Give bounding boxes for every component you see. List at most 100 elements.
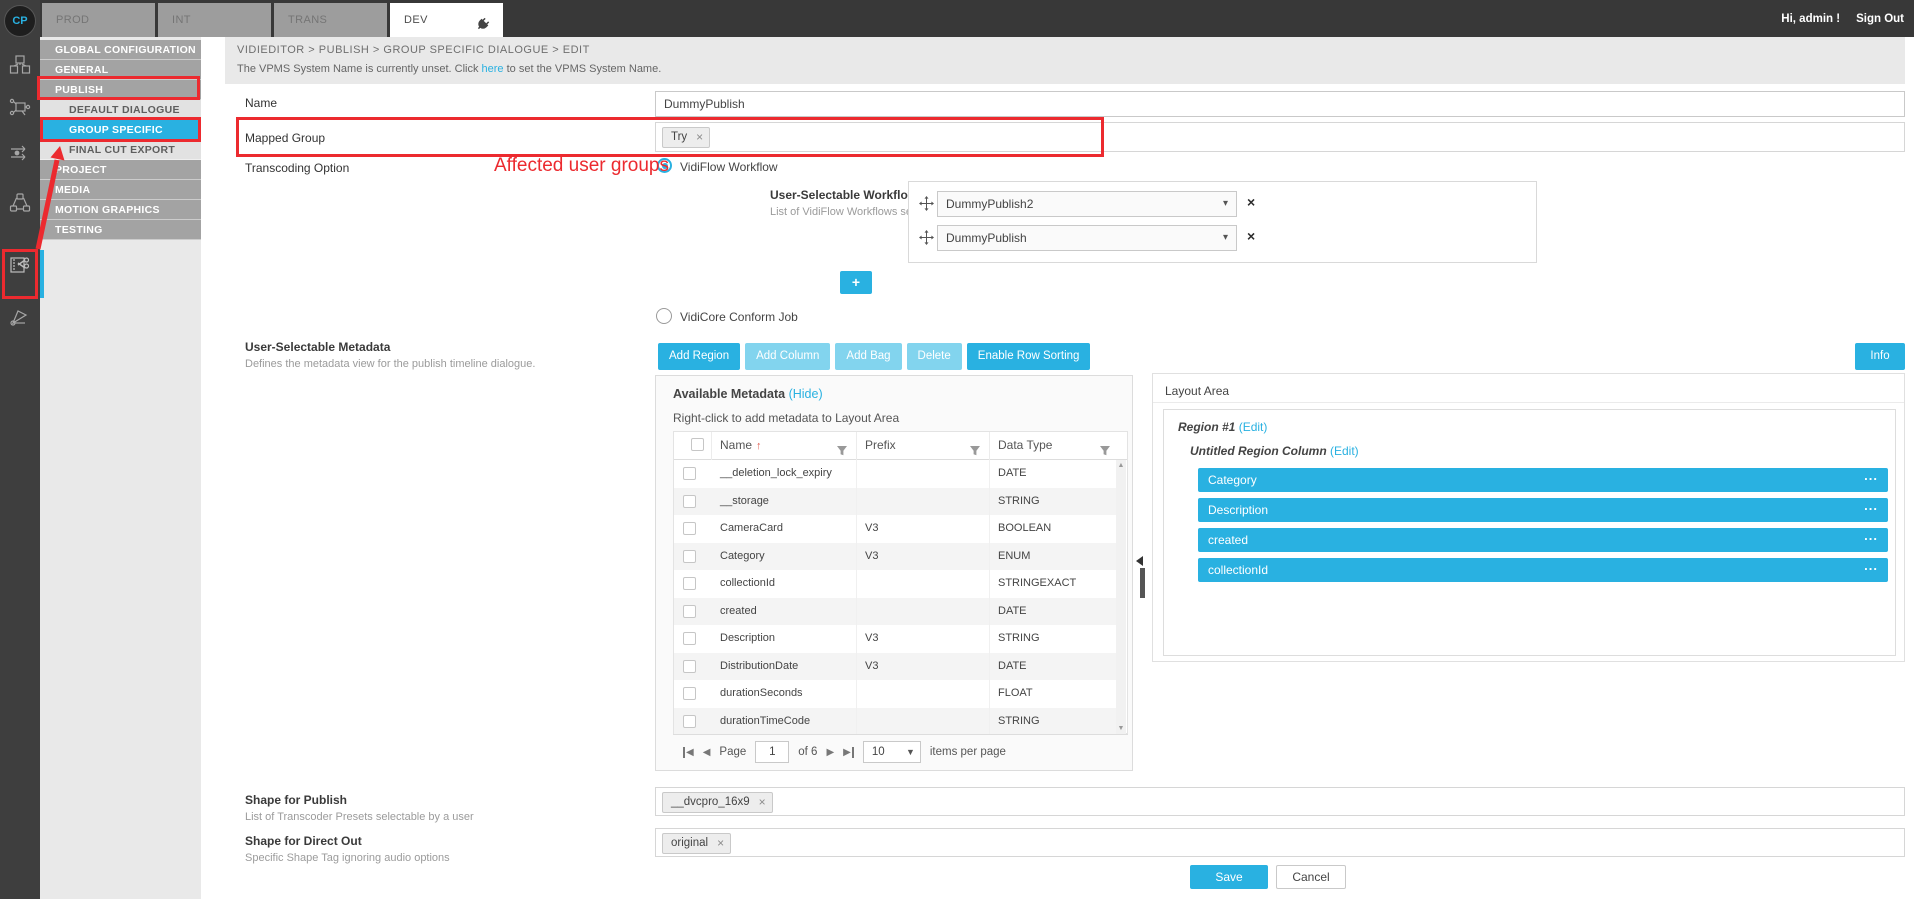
column-header-name[interactable]: Name↑ bbox=[712, 432, 857, 460]
page-input[interactable] bbox=[755, 741, 789, 763]
panel-splitter[interactable] bbox=[1140, 568, 1145, 598]
tools-icon[interactable] bbox=[9, 306, 31, 330]
next-page-icon[interactable]: ▶ bbox=[826, 747, 834, 758]
vidiflow-workflow-radio-label[interactable]: VidiFlow Workflow bbox=[680, 160, 778, 174]
column-header-prefix[interactable]: Prefix bbox=[857, 432, 990, 460]
nav-group-specific-dialogue[interactable]: GROUP SPECIFIC DIALO... bbox=[40, 120, 201, 140]
tab-int[interactable]: INT bbox=[158, 3, 271, 37]
vidiflow-workflow-radio[interactable] bbox=[657, 158, 672, 173]
mapped-group-field[interactable]: Try × bbox=[655, 122, 1905, 152]
add-column-button[interactable]: Add Column bbox=[745, 343, 830, 370]
move-icon[interactable] bbox=[919, 196, 934, 216]
layout-field[interactable]: created ... bbox=[1198, 528, 1888, 552]
tab-dev[interactable]: DEV bbox=[390, 3, 503, 37]
layout-field[interactable]: Category ... bbox=[1198, 468, 1888, 492]
row-checkbox[interactable] bbox=[683, 660, 696, 673]
remove-chip-icon[interactable]: × bbox=[717, 834, 724, 853]
nav-default-dialogue[interactable]: DEFAULT DIALOGUE bbox=[40, 100, 201, 120]
vpms-here-link[interactable]: here bbox=[482, 63, 504, 75]
shape-direct-out-field[interactable]: original × bbox=[655, 828, 1905, 857]
row-checkbox[interactable] bbox=[683, 495, 696, 508]
workflow-select[interactable]: DummyPublish ▾ bbox=[937, 225, 1237, 251]
scroll-down-icon[interactable]: ▼ bbox=[1116, 725, 1126, 732]
routing-icon[interactable] bbox=[9, 142, 31, 166]
vidicore-conform-radio-label[interactable]: VidiCore Conform Job bbox=[680, 310, 798, 324]
collapse-panel-icon[interactable] bbox=[1136, 556, 1143, 566]
table-row[interactable]: CategoryV3ENUM bbox=[674, 543, 1117, 571]
info-button[interactable]: Info bbox=[1855, 343, 1905, 370]
table-scrollbar[interactable]: ▲ ▼ bbox=[1116, 460, 1126, 734]
automation-icon[interactable] bbox=[9, 96, 31, 120]
nav-global-configuration[interactable]: GLOBAL CONFIGURATION bbox=[40, 40, 201, 60]
scroll-up-icon[interactable]: ▲ bbox=[1116, 462, 1126, 469]
cubes-icon[interactable] bbox=[9, 54, 31, 78]
row-checkbox[interactable] bbox=[683, 467, 696, 480]
move-icon[interactable] bbox=[919, 230, 934, 250]
page-count-label: of 6 bbox=[798, 746, 817, 758]
region-edit-link[interactable]: (Edit) bbox=[1239, 420, 1268, 434]
nav-general[interactable]: GENERAL bbox=[40, 60, 201, 80]
nav-project[interactable]: PROJECT bbox=[40, 160, 201, 180]
last-page-icon[interactable]: ▶ bbox=[843, 747, 854, 758]
row-checkbox[interactable] bbox=[683, 522, 696, 535]
nav-media[interactable]: MEDIA bbox=[40, 180, 201, 200]
workflow-select[interactable]: DummyPublish2 ▾ bbox=[937, 191, 1237, 217]
add-region-button[interactable]: Add Region bbox=[658, 343, 740, 370]
vidicore-conform-radio[interactable] bbox=[656, 308, 672, 324]
delete-workflow-icon[interactable]: × bbox=[1247, 194, 1255, 210]
chevron-down-icon[interactable]: ▾ bbox=[1223, 192, 1228, 216]
avatar[interactable]: CP bbox=[4, 5, 36, 37]
nav-publish[interactable]: PUBLISH bbox=[40, 80, 201, 100]
delete-workflow-icon[interactable]: × bbox=[1247, 228, 1255, 244]
shape-publish-field[interactable]: __dvcpro_16x9 × bbox=[655, 787, 1905, 816]
add-bag-button[interactable]: Add Bag bbox=[835, 343, 901, 370]
vidieditor-icon[interactable] bbox=[9, 254, 31, 278]
row-checkbox[interactable] bbox=[683, 605, 696, 618]
nav-motion-graphics[interactable]: MOTION GRAPHICS bbox=[40, 200, 201, 220]
field-options-icon[interactable]: ... bbox=[1864, 464, 1878, 488]
table-row[interactable]: DistributionDateV3DATE bbox=[674, 653, 1117, 681]
row-checkbox[interactable] bbox=[683, 687, 696, 700]
table-row[interactable]: createdDATE bbox=[674, 598, 1117, 626]
field-options-icon[interactable]: ... bbox=[1864, 554, 1878, 578]
tab-prod[interactable]: PROD bbox=[42, 3, 155, 37]
table-row[interactable]: DescriptionV3STRING bbox=[674, 625, 1117, 653]
remove-chip-icon[interactable]: × bbox=[759, 793, 766, 812]
metadata-title: User-Selectable Metadata bbox=[245, 340, 390, 354]
table-row[interactable]: durationSecondsFLOAT bbox=[674, 680, 1117, 708]
row-checkbox[interactable] bbox=[683, 550, 696, 563]
table-row[interactable]: __deletion_lock_expiryDATE bbox=[674, 460, 1117, 488]
chevron-down-icon[interactable]: ▾ bbox=[1223, 226, 1228, 250]
layout-field[interactable]: collectionId ... bbox=[1198, 558, 1888, 582]
remove-chip-icon[interactable]: × bbox=[696, 128, 703, 147]
nav-final-cut-export[interactable]: FINAL CUT EXPORT bbox=[40, 140, 201, 160]
field-options-icon[interactable]: ... bbox=[1864, 524, 1878, 548]
enable-row-sorting-button[interactable]: Enable Row Sorting bbox=[967, 343, 1091, 370]
delete-button[interactable]: Delete bbox=[907, 343, 962, 370]
lifecycle-icon[interactable] bbox=[9, 192, 31, 216]
page-size-select[interactable]: 10 ▼ bbox=[863, 741, 921, 763]
row-checkbox[interactable] bbox=[683, 577, 696, 590]
nav-testing[interactable]: TESTING bbox=[40, 220, 201, 240]
region-column-edit-link[interactable]: (Edit) bbox=[1330, 444, 1359, 458]
prev-page-icon[interactable]: ◀ bbox=[703, 747, 711, 758]
cancel-button[interactable]: Cancel bbox=[1276, 865, 1346, 889]
column-header-data-type[interactable]: Data Type bbox=[990, 432, 1119, 460]
select-all-checkbox[interactable] bbox=[691, 438, 704, 451]
table-row[interactable]: collectionIdSTRINGEXACT bbox=[674, 570, 1117, 598]
sort-ascending-icon: ↑ bbox=[756, 440, 762, 452]
field-options-icon[interactable]: ... bbox=[1864, 494, 1878, 518]
add-workflow-button[interactable]: + bbox=[840, 271, 872, 294]
row-checkbox[interactable] bbox=[683, 632, 696, 645]
save-button[interactable]: Save bbox=[1190, 865, 1268, 889]
layout-field[interactable]: Description ... bbox=[1198, 498, 1888, 522]
sign-out-link[interactable]: Sign Out bbox=[1856, 13, 1904, 25]
row-checkbox[interactable] bbox=[683, 715, 696, 728]
hide-link[interactable]: (Hide) bbox=[789, 387, 823, 401]
name-input[interactable] bbox=[655, 91, 1905, 117]
table-row[interactable]: durationTimeCodeSTRING bbox=[674, 708, 1117, 736]
table-row[interactable]: CameraCardV3BOOLEAN bbox=[674, 515, 1117, 543]
first-page-icon[interactable]: ◀ bbox=[683, 747, 694, 758]
table-row[interactable]: __storageSTRING bbox=[674, 488, 1117, 516]
tab-trans[interactable]: TRANS bbox=[274, 3, 387, 37]
